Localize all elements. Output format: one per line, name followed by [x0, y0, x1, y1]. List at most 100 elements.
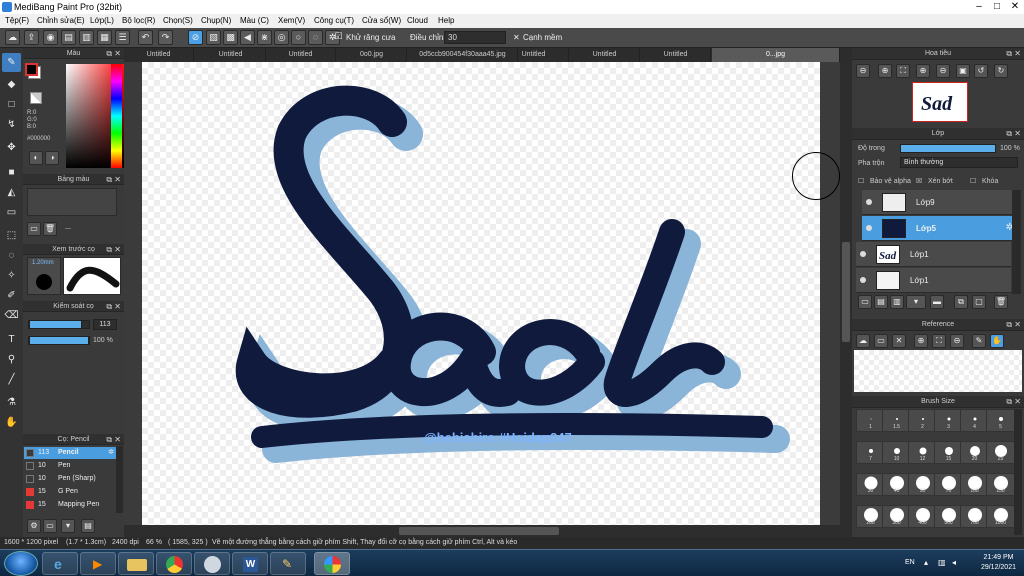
brush-opacity-slider[interactable]	[28, 336, 90, 345]
select-pen-tool-icon[interactable]: ✐	[2, 286, 21, 305]
eyedropper-tool-icon[interactable]: ⚗	[2, 393, 21, 412]
menu-window[interactable]: Cửa sổ(W)	[362, 16, 401, 25]
layer-visibility-icon[interactable]	[866, 225, 872, 231]
horizontal-scroll-thumb[interactable]	[399, 527, 559, 535]
brush-size-option[interactable]: 4	[960, 409, 989, 432]
medibang-icon[interactable]	[314, 552, 350, 575]
divide-tool-icon[interactable]: ╱	[2, 370, 21, 389]
brush-size-option[interactable]: 1000	[986, 505, 1015, 528]
cloud-icon[interactable]: ☁	[5, 30, 20, 45]
brush-size-slider[interactable]	[28, 320, 90, 329]
brush-size-option[interactable]: 25	[986, 441, 1015, 464]
menu-tools[interactable]: Công cụ(T)	[314, 16, 354, 25]
perspective-ruler-icon[interactable]: ◀	[240, 30, 255, 45]
tab-active-jpg[interactable]: 0...jpg	[712, 48, 840, 62]
system-clock[interactable]: 21:49 PM 29/12/2021	[981, 553, 1016, 573]
file-explorer-icon[interactable]	[118, 552, 154, 575]
merge-layer-icon[interactable]: ▢	[972, 295, 986, 309]
pen-tool-icon[interactable]: ✎	[2, 53, 21, 72]
brush-size-input[interactable]: 113	[93, 319, 117, 330]
color-mix-icon[interactable]: ◑	[45, 151, 59, 165]
layer-visibility-icon[interactable]	[860, 277, 866, 283]
text-tool-icon[interactable]: T	[2, 330, 21, 349]
dot-tool-icon[interactable]: □	[2, 95, 21, 114]
shape-tool-icon[interactable]: ■	[2, 163, 21, 182]
menu-edit[interactable]: Chỉnh sửa(E)	[37, 16, 85, 25]
tab-untitled-6[interactable]: Untitled	[641, 48, 711, 62]
brush-size-option[interactable]: 20	[960, 441, 989, 464]
rotate-right-icon[interactable]: ↻	[994, 64, 1008, 78]
new-folder-icon[interactable]: ▬	[930, 295, 944, 309]
add-palette-icon[interactable]: ▭	[27, 222, 41, 236]
delete-layer-icon[interactable]: 🗑	[994, 295, 1008, 309]
reference-hand-icon[interactable]: ✋	[990, 334, 1004, 348]
tab-untitled-5[interactable]: Untitled	[570, 48, 640, 62]
hue-slider[interactable]	[111, 64, 122, 168]
zoom-out-icon[interactable]: ⊖	[856, 64, 870, 78]
brush-menu-icon[interactable]: ▾	[61, 519, 75, 533]
bucket-tool-icon[interactable]: ◭	[2, 183, 21, 202]
layer-opacity-slider[interactable]	[900, 144, 996, 153]
eraser-tool-icon[interactable]: ◆	[2, 75, 21, 94]
parallel-ruler-icon[interactable]: ▧	[206, 30, 221, 45]
brush-item-g-pen[interactable]: 15 G Pen	[24, 486, 116, 498]
protect-alpha-checkbox[interactable]: ☐	[858, 177, 864, 185]
brush-size-option[interactable]: 100	[960, 473, 989, 496]
menu-snap[interactable]: Chụp(N)	[201, 16, 231, 25]
brush-size-option[interactable]: 300	[882, 505, 911, 528]
soft-edge-checkbox[interactable]: ✕	[513, 33, 520, 42]
reference-zoom-out-icon[interactable]: ⊖	[950, 334, 964, 348]
grid-ruler-icon[interactable]: ▩	[223, 30, 238, 45]
menu-cloud[interactable]: Cloud	[407, 16, 428, 25]
grid-icon[interactable]: ▦	[97, 30, 112, 45]
brush-size-option[interactable]: 2	[908, 409, 937, 432]
brush-size-option[interactable]: 500	[934, 505, 963, 528]
new-8bit-layer-icon[interactable]: ▥	[890, 295, 904, 309]
layer-visibility-icon[interactable]	[860, 251, 866, 257]
brush-size-scrollbar[interactable]	[1014, 409, 1022, 535]
list-icon[interactable]: ☰	[115, 30, 130, 45]
close-button[interactable]: ✕	[1006, 0, 1024, 14]
transparent-swatch[interactable]	[30, 92, 42, 104]
ellipse-ruler-icon[interactable]: ○	[291, 30, 306, 45]
tab-untitled-4[interactable]: Untitled	[499, 48, 569, 62]
brush-size-option[interactable]: 7	[856, 441, 885, 464]
tab-untitled-2[interactable]: Untitled	[196, 48, 266, 62]
color-picker-icon[interactable]: ◐	[29, 151, 43, 165]
menu-file[interactable]: Tệp(F)	[5, 16, 29, 25]
layer-list-scrollbar[interactable]	[1012, 190, 1021, 294]
brush-item-mapping-pen[interactable]: 15 Mapping Pen	[24, 499, 116, 511]
circle-ruler-icon[interactable]: ◌	[308, 30, 323, 45]
concentric-ruler-icon[interactable]: ◎	[274, 30, 289, 45]
zoom-in-icon[interactable]: ⊕	[878, 64, 892, 78]
language-indicator[interactable]: EN	[905, 559, 915, 566]
menu-color[interactable]: Màu (C)	[240, 16, 269, 25]
undo-icon[interactable]: ↶	[138, 30, 153, 45]
layer-row-lop9[interactable]: Lớp9	[862, 190, 1017, 215]
brush-size-option[interactable]: 40	[882, 473, 911, 496]
brush-list-scrollbar[interactable]	[116, 446, 123, 513]
brush-size-option[interactable]: 50	[908, 473, 937, 496]
canvas-area[interactable]: @hebishiro #Hoidap247	[124, 62, 840, 525]
cross-ruler-icon[interactable]: ⋇	[257, 30, 272, 45]
brush-size-option[interactable]: 12	[908, 441, 937, 464]
layer-visibility-icon[interactable]	[866, 199, 872, 205]
app-icon[interactable]	[194, 552, 230, 575]
brush-size-option[interactable]: 3	[934, 409, 963, 432]
delete-palette-icon[interactable]: 🗑	[43, 222, 57, 236]
menu-filter[interactable]: Bộ lọc(R)	[122, 16, 155, 25]
redo-icon[interactable]: ↷	[158, 30, 173, 45]
palette-area[interactable]	[27, 188, 117, 216]
canvas[interactable]: @hebishiro #Hoidap247	[142, 62, 820, 525]
start-button-icon[interactable]	[4, 551, 38, 576]
zoom-100-icon[interactable]: ⊕	[916, 64, 930, 78]
chrome-icon[interactable]	[156, 552, 192, 575]
brush-item-pencil[interactable]: 113 Pencil ✲	[24, 447, 116, 459]
horizontal-scrollbar[interactable]	[124, 525, 852, 537]
network-icon[interactable]: ▥	[938, 558, 946, 567]
rotate-left-icon[interactable]: ↺	[974, 64, 988, 78]
menu-view[interactable]: Xem(V)	[278, 16, 305, 25]
adjust-input[interactable]: 30	[444, 31, 506, 44]
navigator-thumbnail[interactable]: Sad	[912, 82, 968, 122]
brush-size-option[interactable]: 15	[934, 441, 963, 464]
